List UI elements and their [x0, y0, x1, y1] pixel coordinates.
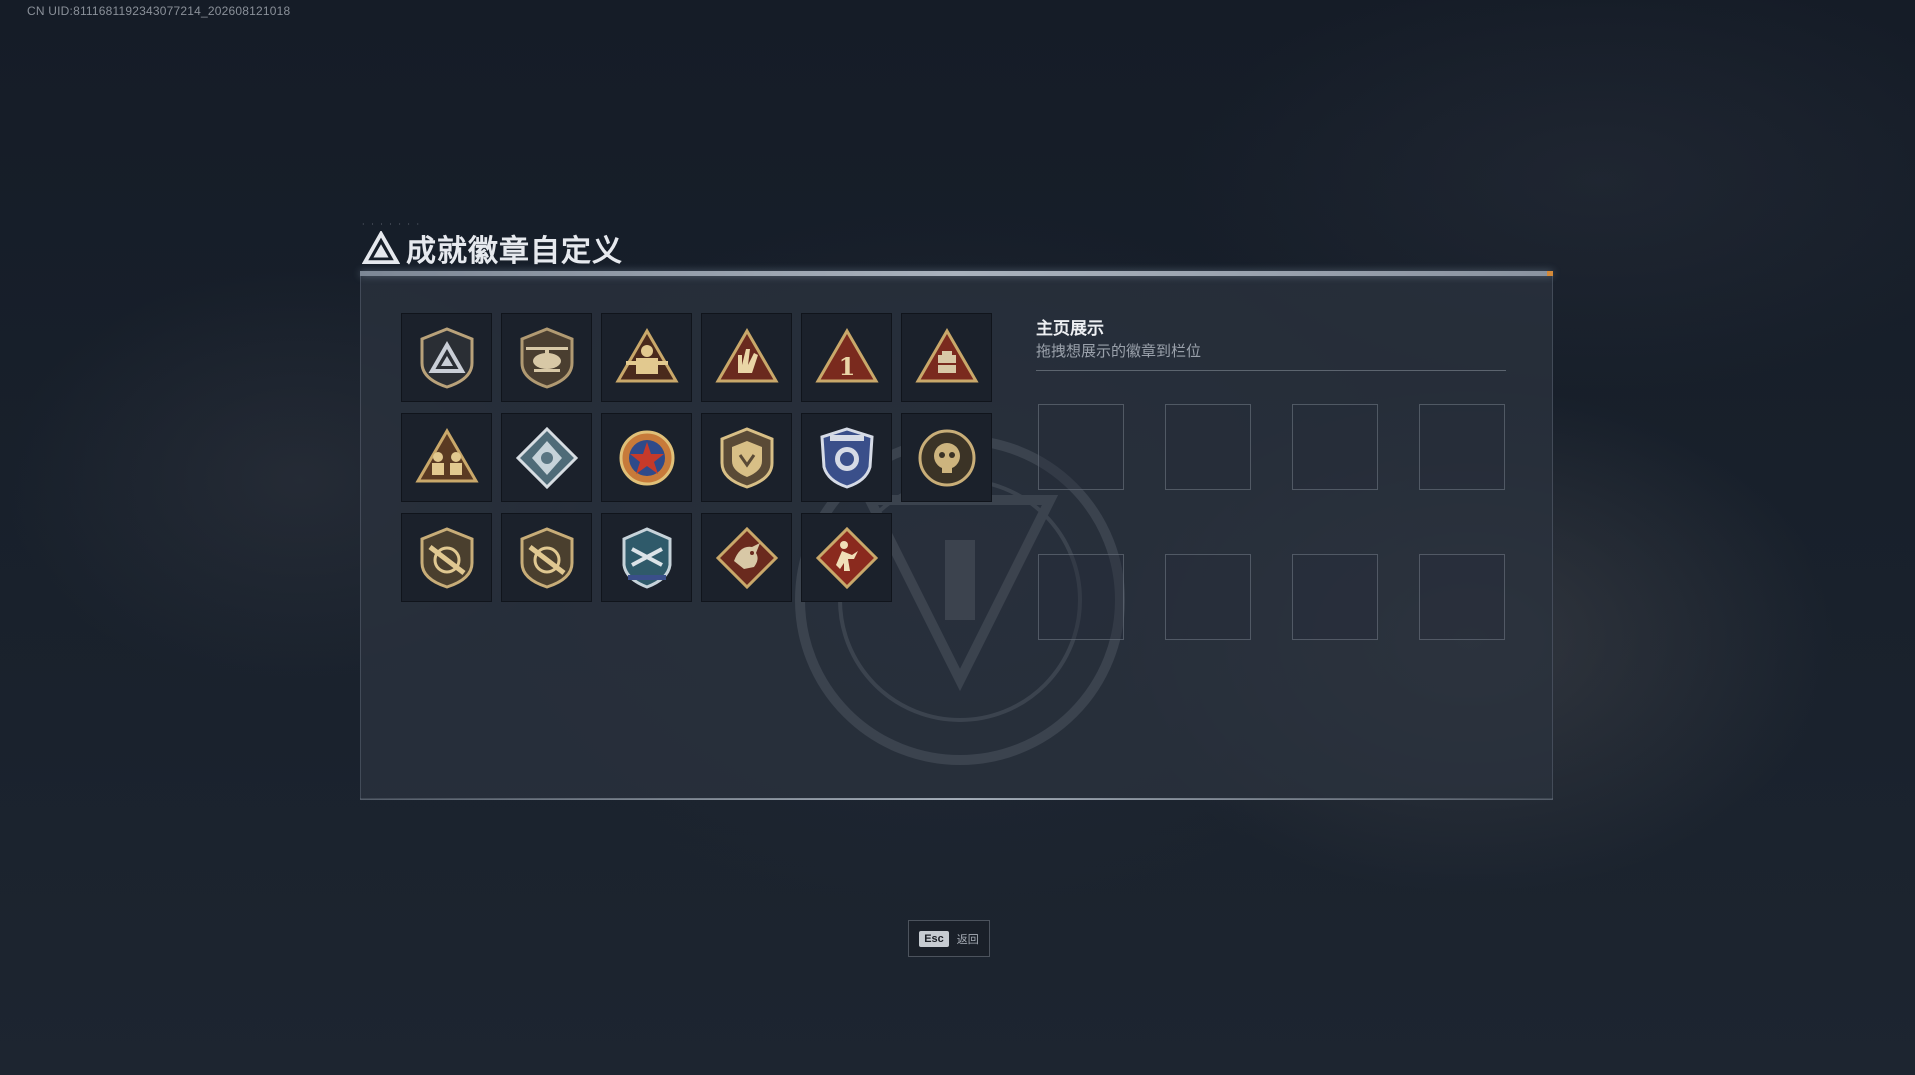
shield-triangle-badge-icon	[420, 326, 473, 389]
badge-number-label: 1	[838, 352, 855, 381]
showcase-slot[interactable]	[1419, 554, 1505, 640]
badge-soldier-triangle[interactable]	[601, 313, 692, 402]
runner-diamond-badge-icon	[815, 526, 878, 589]
triangle-logo-icon	[362, 231, 400, 265]
badge-gold-skull-round[interactable]	[901, 413, 992, 502]
title-decoration: · · · · · · ·	[362, 220, 422, 229]
silver-diamond-badge-icon	[515, 426, 578, 489]
esc-key-hint: Esc	[919, 930, 949, 947]
rifle-shield-badge-icon	[420, 526, 473, 589]
back-label: 返回	[956, 932, 979, 946]
badge-hand-sign-triangle[interactable]	[701, 313, 792, 402]
badge-blue-police[interactable]	[801, 413, 892, 502]
badge-number-one-triangle[interactable]: 1	[801, 313, 892, 402]
showcase-slot[interactable]	[1165, 404, 1251, 490]
back-button[interactable]: Esc 返回	[908, 920, 990, 957]
showcase-subtitle: 拖拽想展示的徽章到栏位	[1036, 342, 1202, 360]
badge-gold-shield[interactable]	[701, 413, 792, 502]
dragon-diamond-badge-icon	[715, 526, 778, 589]
showcase-slot[interactable]	[1165, 554, 1251, 640]
badge-blue-crest[interactable]	[601, 513, 692, 602]
badge-helicopter[interactable]	[501, 313, 592, 402]
badge-squad-triangle[interactable]	[401, 413, 492, 502]
hand-sign-triangle-badge-icon	[714, 327, 779, 382]
soldier-triangle-badge-icon	[614, 327, 679, 382]
squad-triangle-badge-icon	[414, 427, 479, 482]
number-one-triangle-badge-icon: 1	[814, 327, 879, 382]
helicopter-badge-icon	[520, 326, 573, 389]
panel-top-border	[360, 271, 1553, 276]
showcase-slot[interactable]	[1292, 554, 1378, 640]
gold-skull-round-badge-icon	[918, 429, 975, 486]
showcase-slot[interactable]	[1292, 404, 1378, 490]
panel-bottom-border	[360, 798, 1553, 800]
badge-runner-diamond[interactable]	[801, 513, 892, 602]
showcase-slot[interactable]	[1038, 404, 1124, 490]
blue-police-badge-icon	[819, 426, 874, 489]
rifle-shield-badge-2-icon	[520, 526, 573, 589]
showcase-slot[interactable]	[1419, 404, 1505, 490]
showcase-slot[interactable]	[1038, 554, 1124, 640]
badge-rifle-shield[interactable]	[401, 513, 492, 602]
uid-watermark: CN UID:8111681192343077214_202608121018	[27, 4, 291, 18]
page-header: · · · · · · · 成就徽章自定义	[362, 220, 623, 270]
gold-shield-badge-icon	[720, 426, 773, 489]
badge-shield-triangle[interactable]	[401, 313, 492, 402]
star-medal-badge-icon	[619, 430, 674, 485]
badge-crate-triangle[interactable]	[901, 313, 992, 402]
showcase-divider	[1036, 370, 1506, 371]
page-title: 成就徽章自定义	[406, 234, 623, 269]
badge-star-medal[interactable]	[601, 413, 692, 502]
badge-rifle-shield-2[interactable]	[501, 513, 592, 602]
badge-silver-diamond[interactable]	[501, 413, 592, 502]
crate-triangle-badge-icon	[914, 327, 979, 382]
blue-crest-badge-icon	[622, 526, 671, 589]
badge-dragon-diamond[interactable]	[701, 513, 792, 602]
showcase-title: 主页展示	[1036, 319, 1104, 339]
